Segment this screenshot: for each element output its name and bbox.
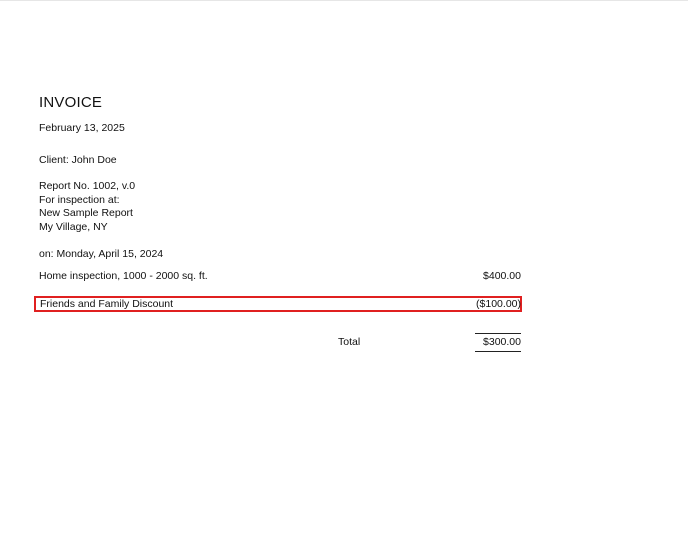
line-item-amount: $400.00 [483,270,521,282]
invoice-date: February 13, 2025 [39,122,125,134]
report-details: Report No. 1002, v.0 For inspection at: … [39,180,135,234]
total-label: Total [338,336,361,348]
invoice-document: INVOICE February 13, 2025 Client: John D… [0,0,688,533]
total-amount: $300.00 [475,333,521,352]
report-location: My Village, NY [39,220,108,233]
inspection-location-label: For inspection at: [39,193,120,206]
inspection-date: on: Monday, April 15, 2024 [39,248,164,260]
discount-amount: ($100.00) [476,298,521,310]
client-name: Client: John Doe [39,154,117,166]
report-name: New Sample Report [39,207,133,219]
line-item-description: Home inspection, 1000 - 2000 sq. ft. [39,270,208,282]
report-number: Report No. 1002, v.0 [39,180,136,192]
invoice-title: INVOICE [39,94,103,111]
discount-description: Friends and Family Discount [40,298,174,310]
